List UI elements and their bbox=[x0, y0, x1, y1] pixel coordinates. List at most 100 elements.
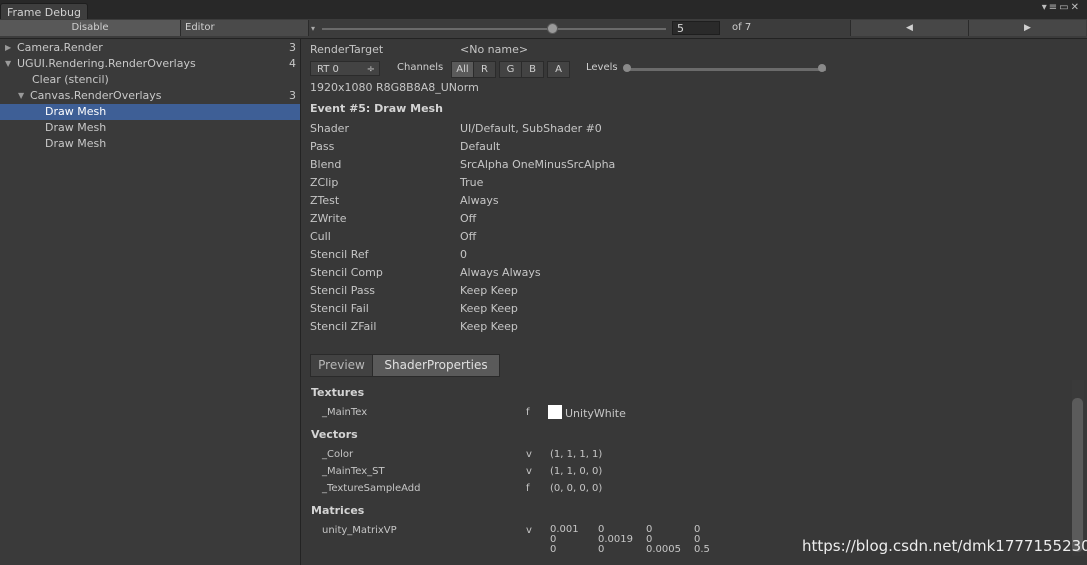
vectors-header: Vectors bbox=[311, 428, 358, 441]
channel-a-button[interactable]: A bbox=[547, 61, 570, 78]
texture-value: UnityWhite bbox=[565, 407, 626, 420]
matrices-header: Matrices bbox=[311, 504, 365, 517]
tree-item[interactable]: ▶ Camera.Render 3 bbox=[0, 40, 300, 56]
event-title: Event #5: Draw Mesh bbox=[310, 102, 443, 115]
property-name: ZWrite bbox=[310, 212, 347, 225]
property-name: Shader bbox=[310, 122, 349, 135]
arrow-left-icon: ◀ bbox=[906, 23, 913, 33]
vector-type: v bbox=[526, 466, 532, 477]
channel-r-button[interactable]: R bbox=[473, 61, 496, 78]
property-name: Stencil Pass bbox=[310, 284, 376, 297]
window-controls-icon[interactable]: ▾≡▭✕ bbox=[1042, 2, 1081, 13]
toolbar: Disable Editor ▾ 5 of 7 ◀ ▶ bbox=[0, 19, 1087, 39]
property-name: Pass bbox=[310, 140, 335, 153]
property-value: 0 bbox=[460, 248, 467, 261]
tree-item-label: Draw Mesh bbox=[45, 137, 107, 150]
tree-item-count: 3 bbox=[289, 89, 296, 102]
vector-name: _Color bbox=[322, 449, 354, 460]
property-name: Stencil ZFail bbox=[310, 320, 377, 333]
matrix-cell: 0 bbox=[598, 544, 605, 555]
window-tab[interactable]: Frame Debug bbox=[0, 3, 88, 20]
tree-item-label: UGUI.Rendering.RenderOverlays bbox=[17, 57, 196, 70]
tree-item[interactable]: ▼ Canvas.RenderOverlays 3 bbox=[0, 88, 300, 104]
collapse-arrow-icon[interactable]: ▼ bbox=[5, 56, 11, 72]
event-total-label: of 7 bbox=[732, 22, 752, 33]
tree-item[interactable]: ▼ UGUI.Rendering.RenderOverlays 4 bbox=[0, 56, 300, 72]
tree-item[interactable]: Clear (stencil) bbox=[0, 72, 300, 88]
levels-max-handle[interactable] bbox=[818, 64, 826, 72]
chevron-down-icon[interactable]: ▾ bbox=[311, 24, 315, 33]
property-name: ZTest bbox=[310, 194, 340, 207]
channels-label: Channels bbox=[397, 62, 444, 73]
property-value: Keep Keep bbox=[460, 320, 518, 333]
texture-swatch[interactable] bbox=[548, 405, 562, 419]
texture-name: _MainTex bbox=[322, 407, 368, 418]
vector-name: _TextureSampleAdd bbox=[322, 483, 421, 494]
tree-item[interactable]: Draw Mesh bbox=[0, 120, 300, 136]
vector-value: (0, 0, 0, 0) bbox=[550, 483, 603, 494]
channel-b-button[interactable]: B bbox=[521, 61, 544, 78]
arrow-right-icon: ▶ bbox=[1024, 23, 1031, 33]
property-value: Always bbox=[460, 194, 499, 207]
tree-item-label: Clear (stencil) bbox=[32, 73, 109, 86]
property-name: Stencil Ref bbox=[310, 248, 369, 261]
matrix-cell: 0.0005 bbox=[646, 544, 681, 555]
event-slider-track[interactable] bbox=[322, 28, 666, 30]
property-value: Always Always bbox=[460, 266, 541, 279]
event-index-field[interactable]: 5 bbox=[672, 21, 720, 35]
tree-item-label: Draw Mesh bbox=[45, 121, 107, 134]
property-value: UI/Default, SubShader #0 bbox=[460, 122, 602, 135]
event-hierarchy-panel: ▶ Camera.Render 3 ▼ UGUI.Rendering.RenderOve… bbox=[0, 39, 301, 565]
property-name: Cull bbox=[310, 230, 331, 243]
scrollbar-thumb[interactable] bbox=[1072, 398, 1083, 552]
levels-slider-track[interactable] bbox=[628, 68, 826, 71]
tree-item-count: 3 bbox=[289, 41, 296, 54]
property-value: Off bbox=[460, 212, 477, 225]
vector-value: (1, 1, 1, 1) bbox=[550, 449, 603, 460]
tab-preview[interactable]: Preview bbox=[310, 354, 373, 377]
watermark-text: https://blog.csdn.net/dmk17771552304 bbox=[802, 537, 1087, 555]
matrix-cell: 0 bbox=[550, 544, 557, 555]
property-name: Blend bbox=[310, 158, 342, 171]
tree-item[interactable]: Draw Mesh bbox=[0, 104, 300, 120]
expand-arrow-icon[interactable]: ▶ bbox=[5, 40, 11, 56]
vector-type: v bbox=[526, 449, 532, 460]
vector-value: (1, 1, 0, 0) bbox=[550, 466, 603, 477]
vector-name: _MainTex_ST bbox=[322, 466, 385, 477]
levels-label: Levels bbox=[586, 62, 618, 73]
channel-all-button[interactable]: All bbox=[451, 61, 474, 78]
render-target-label: RenderTarget bbox=[310, 43, 384, 56]
tree-item-label: Camera.Render bbox=[17, 41, 103, 54]
property-value: True bbox=[460, 176, 484, 189]
tree-item-count: 4 bbox=[289, 57, 296, 70]
property-value: Keep Keep bbox=[460, 284, 518, 297]
property-name: ZClip bbox=[310, 176, 339, 189]
channel-g-button[interactable]: G bbox=[499, 61, 522, 78]
tree-item[interactable]: Draw Mesh bbox=[0, 136, 300, 152]
prev-event-button[interactable]: ◀ bbox=[850, 20, 968, 36]
vector-type: f bbox=[526, 483, 530, 494]
next-event-button[interactable]: ▶ bbox=[968, 20, 1086, 36]
property-name: Stencil Fail bbox=[310, 302, 369, 315]
rt-select[interactable]: RT 0 ÷ bbox=[310, 61, 380, 76]
tree-item-label: Draw Mesh bbox=[45, 105, 107, 118]
event-slider-thumb[interactable] bbox=[547, 23, 559, 34]
property-value: Off bbox=[460, 230, 477, 243]
property-value: Default bbox=[460, 140, 501, 153]
dropdown-icon: ÷ bbox=[366, 64, 375, 75]
editor-dropdown[interactable]: Editor bbox=[181, 20, 309, 36]
tab-shader-properties[interactable]: ShaderProperties bbox=[372, 354, 500, 377]
property-name: Stencil Comp bbox=[310, 266, 383, 279]
channels-bar: RT 0 ÷ Channels All R G B A Levels bbox=[310, 61, 828, 78]
textures-header: Textures bbox=[311, 386, 365, 399]
collapse-arrow-icon[interactable]: ▼ bbox=[18, 88, 24, 104]
matrix-type: v bbox=[526, 525, 532, 536]
property-value: SrcAlpha OneMinusSrcAlpha bbox=[460, 158, 616, 171]
matrix-name: unity_MatrixVP bbox=[322, 525, 397, 536]
matrix-cell: 0.5 bbox=[694, 544, 710, 555]
disable-button[interactable]: Disable bbox=[0, 20, 181, 36]
texture-type: f bbox=[526, 407, 530, 418]
levels-min-handle[interactable] bbox=[623, 64, 631, 72]
resolution-format: 1920x1080 R8G8B8A8_UNorm bbox=[310, 81, 479, 94]
rt-select-label: RT 0 bbox=[317, 64, 339, 75]
